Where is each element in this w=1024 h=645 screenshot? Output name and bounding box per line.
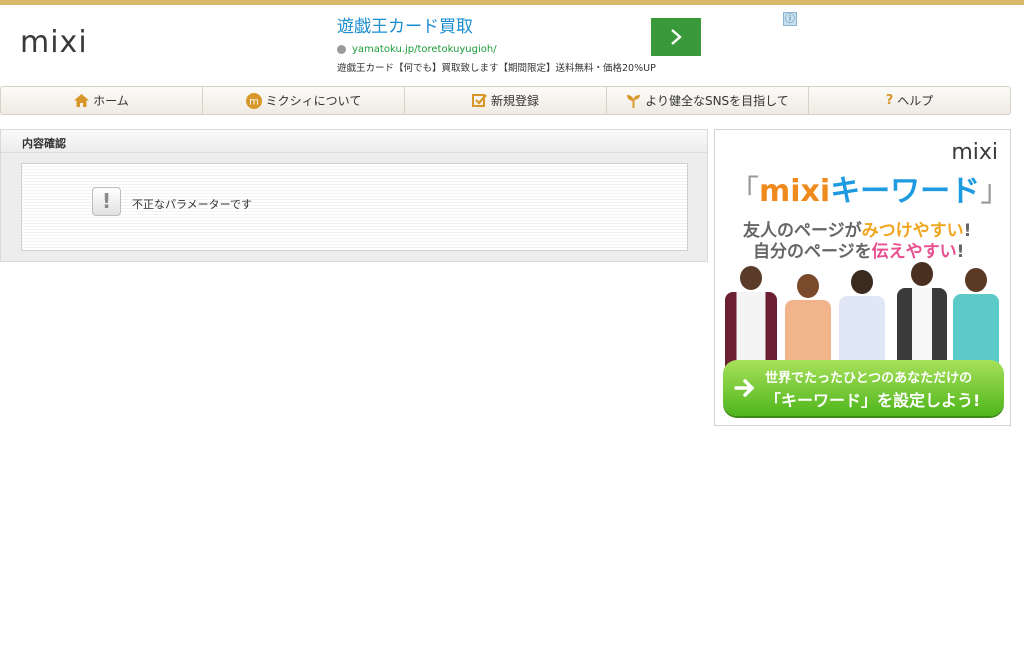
nav-label-home: ホーム xyxy=(93,94,129,108)
ad-info-icon[interactable]: ⓘ xyxy=(783,12,797,26)
warning-icon: ! xyxy=(92,187,121,216)
nav-label-help: ヘルプ xyxy=(897,94,934,108)
ad-go-button[interactable] xyxy=(651,18,701,56)
ad-title-link[interactable]: 遊戯王カード買取 xyxy=(337,12,473,37)
content-confirm-panel: 内容確認 ! 不正なパラメーターです xyxy=(0,129,708,262)
banner-people-illustration xyxy=(715,260,1010,370)
top-accent-bar xyxy=(0,0,1024,5)
globe-icon xyxy=(337,45,346,54)
main-nav: ホーム m ミクシィについて 新規登録 より健全なSNSを目指して ? ヘルプ xyxy=(0,86,1011,115)
banner-title-keyword: キーワード xyxy=(830,174,981,209)
nav-item-about[interactable]: m ミクシィについて xyxy=(203,87,405,114)
banner-line2-pre: 自分のページを xyxy=(753,242,872,262)
banner-line2-post: ! xyxy=(956,242,965,262)
nav-item-register[interactable]: 新規登録 xyxy=(405,87,607,114)
mixi-logo[interactable]: mixi xyxy=(20,26,88,60)
chevron-right-icon xyxy=(671,29,682,45)
banner-line2: 自分のページを伝えやすい! xyxy=(753,237,964,262)
question-icon: ? xyxy=(885,93,894,108)
panel-title: 内容確認 xyxy=(22,137,66,150)
nav-item-home[interactable]: ホーム xyxy=(1,87,203,114)
ad-description: 遊戯王カード【何でも】買取致します【期間限定】送料無料・価格20%UP xyxy=(337,63,656,74)
nav-label-about: ミクシィについて xyxy=(265,94,362,108)
ad-url[interactable]: yamatoku.jp/toretokuyugioh/ xyxy=(352,44,497,55)
banner-cta-button[interactable]: 世界でたったひとつのあなただけの 「キーワード」を設定しよう! xyxy=(723,360,1004,416)
banner-title-mixi: mixi xyxy=(759,174,831,209)
banner-line2-highlight: 伝えやすい xyxy=(871,242,957,262)
person-figure xyxy=(839,270,885,370)
cta-line1: 世界でたったひとつのあなただけの xyxy=(765,371,973,386)
nav-item-safer-sns[interactable]: より健全なSNSを目指して xyxy=(607,87,809,114)
panel-header: 内容確認 xyxy=(1,130,707,153)
sprout-icon xyxy=(626,94,641,108)
person-figure xyxy=(785,274,831,370)
cta-line2: 「キーワード」を設定しよう! xyxy=(765,391,981,410)
mixi-keyword-banner[interactable]: mixi 「mixiキーワード」 友人のページがみつけやすい! 自分のページを伝… xyxy=(714,129,1011,426)
person-figure xyxy=(953,268,999,370)
person-figure xyxy=(897,262,947,370)
nav-label-safer-sns: より健全なSNSを目指して xyxy=(645,94,789,108)
arrow-right-icon xyxy=(734,379,755,397)
banner-title-open: 「 xyxy=(729,174,759,209)
error-message: 不正なパラメーターです xyxy=(132,198,253,211)
person-figure xyxy=(725,266,777,370)
nav-item-help[interactable]: ? ヘルプ xyxy=(809,87,1010,114)
banner-brand: mixi xyxy=(951,140,998,165)
error-message-box: ! 不正なパラメーターです xyxy=(21,163,688,251)
mixi-m-icon: m xyxy=(245,92,262,109)
home-icon xyxy=(74,94,90,107)
banner-title-close: 」 xyxy=(980,174,1011,209)
svg-text:m: m xyxy=(249,96,259,107)
banner-title: 「mixiキーワード」 xyxy=(729,166,1010,210)
checkbox-icon xyxy=(471,93,487,108)
nav-label-register: 新規登録 xyxy=(490,94,539,108)
banner-line1-post: ! xyxy=(963,221,972,241)
ad-url-row[interactable]: yamatoku.jp/toretokuyugioh/ xyxy=(337,44,497,55)
